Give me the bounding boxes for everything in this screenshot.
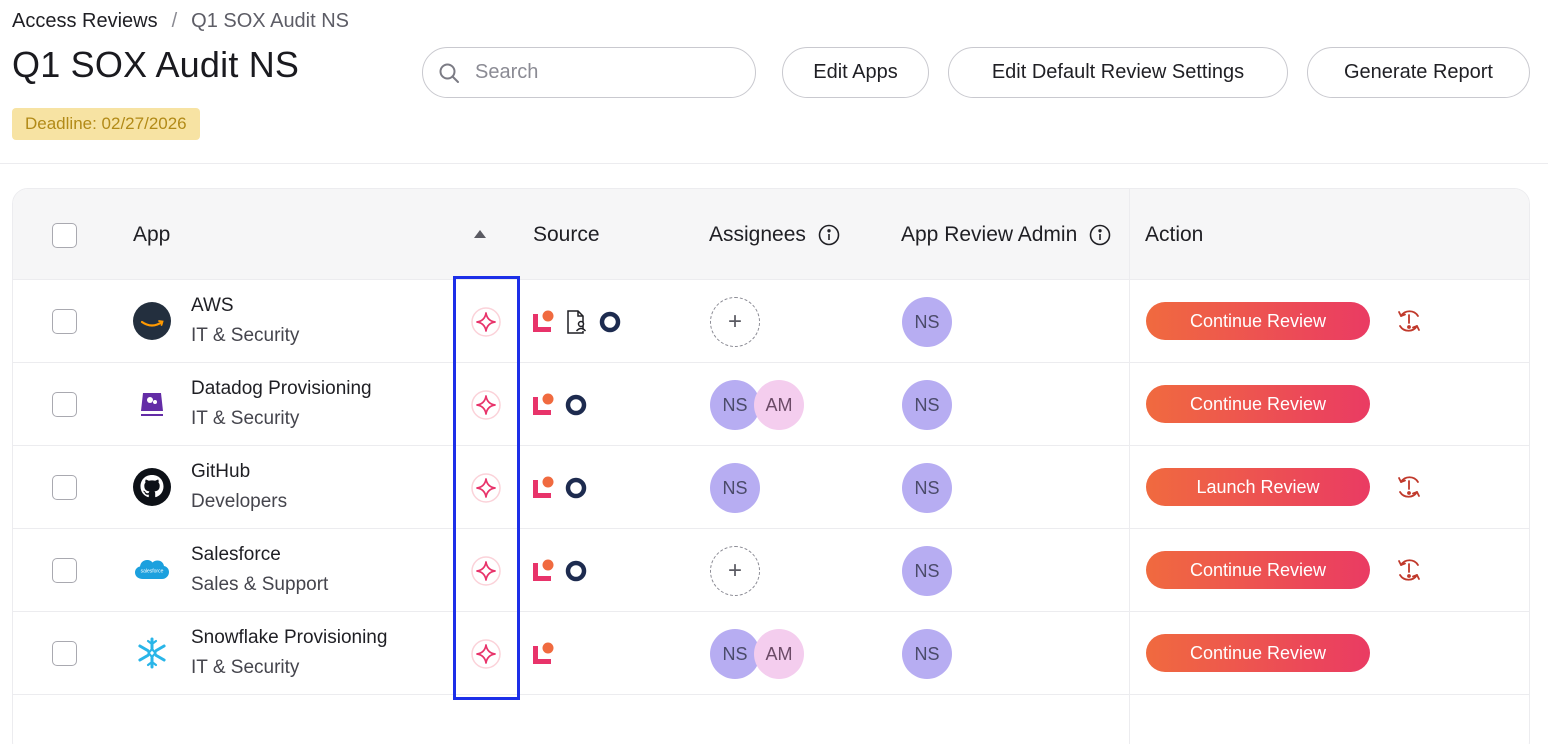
column-header-assignees: Assignees [709,223,840,247]
admin-avatar[interactable]: NS [902,546,952,596]
app-category: IT & Security [191,325,300,346]
info-icon[interactable] [1089,224,1111,246]
column-header-app[interactable]: App [133,223,170,247]
user-document-icon [567,310,587,334]
app-name[interactable]: AWS [191,295,234,317]
salesforce-logo: salesforce [133,551,171,589]
app-name[interactable]: Snowflake Provisioning [191,627,387,649]
row-checkbox[interactable] [52,558,77,583]
app-category: IT & Security [191,408,300,429]
sync-warning-icon[interactable] [1396,557,1422,583]
ring-icon [565,394,587,416]
app-name[interactable]: GitHub [191,461,250,483]
search-icon [439,63,459,83]
assignees: + [710,546,760,596]
assignees: NS AM [710,380,804,430]
table-row: salesforce Salesforce Sales & Support + … [13,529,1529,612]
column-header-action: Action [1145,223,1204,246]
header-divider [0,163,1548,164]
app-category: IT & Security [191,657,300,678]
source-icons [531,308,621,336]
search-input[interactable] [475,61,725,84]
ring-icon [599,311,621,333]
column-header-assignees-label: Assignees [709,223,806,246]
continue-review-button[interactable]: Continue Review [1146,634,1370,672]
table-row: Snowflake Provisioning IT & Security NS … [13,612,1529,695]
column-header-source: Source [533,223,600,246]
sync-warning-icon[interactable] [1396,474,1422,500]
app-category: Developers [191,491,288,512]
lumos-icon [533,642,554,664]
breadcrumb-current: Q1 SOX Audit NS [191,10,350,32]
aws-logo [133,302,171,340]
source-icons [531,474,587,502]
breadcrumb: Access Reviews / Q1 SOX Audit NS [12,10,349,33]
lumos-icon [533,310,554,332]
table-row: AWS IT & Security + NS Continue Review [13,280,1529,363]
column-header-admin-label: App Review Admin [901,223,1078,246]
github-logo [133,468,171,506]
ring-icon [565,560,587,582]
row-checkbox[interactable] [52,392,77,417]
page-title: Q1 SOX Audit NS [12,44,300,85]
ai-column-highlight [453,276,520,700]
table-row: Datadog Provisioning IT & Security NS AM… [13,363,1529,446]
add-assignee-button[interactable]: + [710,546,760,596]
continue-review-button[interactable]: Continue Review [1146,302,1370,340]
svg-text:salesforce: salesforce [141,569,164,575]
select-all-checkbox[interactable] [52,223,77,248]
edit-default-review-settings-button[interactable]: Edit Default Review Settings [948,47,1288,98]
app-name[interactable]: Datadog Provisioning [191,378,372,400]
continue-review-button[interactable]: Continue Review [1146,551,1370,589]
source-icons [531,391,587,419]
table-header: App Source Assignees App Review Admin Ac… [13,189,1529,280]
source-icons [531,557,587,585]
sync-warning-icon[interactable] [1396,308,1422,334]
admin-avatar[interactable]: NS [902,463,952,513]
assignee-avatar[interactable]: NS [710,629,760,679]
lumos-icon [533,393,554,415]
admin-avatar[interactable]: NS [902,380,952,430]
assignee-avatar[interactable]: AM [754,380,804,430]
assignee-avatar[interactable]: AM [754,629,804,679]
table-row: GitHub Developers NS NS Launch Review [13,446,1529,529]
row-checkbox[interactable] [52,475,77,500]
app-category: Sales & Support [191,574,329,595]
lumos-icon [533,476,554,498]
breadcrumb-access-reviews[interactable]: Access Reviews [12,10,158,33]
continue-review-button[interactable]: Continue Review [1146,385,1370,423]
edit-apps-button[interactable]: Edit Apps [782,47,929,98]
source-icons [531,640,555,668]
deadline-badge: Deadline: 02/27/2026 [12,108,200,140]
generate-report-button[interactable]: Generate Report [1307,47,1530,98]
launch-review-button[interactable]: Launch Review [1146,468,1370,506]
assignees: + [710,297,760,347]
search-box[interactable] [422,47,756,98]
assignees: NS AM [710,629,804,679]
admin-avatar[interactable]: NS [902,297,952,347]
breadcrumb-separator: / [171,10,178,32]
info-icon[interactable] [818,224,840,246]
lumos-icon [533,559,554,581]
apps-table: App Source Assignees App Review Admin Ac… [12,188,1530,744]
snowflake-logo [133,634,171,672]
ring-icon [565,477,587,499]
app-name[interactable]: Salesforce [191,544,281,566]
admin-avatar[interactable]: NS [902,629,952,679]
column-header-admin: App Review Admin [901,223,1111,247]
row-checkbox[interactable] [52,641,77,666]
row-checkbox[interactable] [52,309,77,334]
add-assignee-button[interactable]: + [710,297,760,347]
sort-ascending-icon[interactable] [474,230,486,238]
datadog-logo [133,385,171,423]
assignees: NS [710,463,760,513]
assignee-avatar[interactable]: NS [710,380,760,430]
assignee-avatar[interactable]: NS [710,463,760,513]
